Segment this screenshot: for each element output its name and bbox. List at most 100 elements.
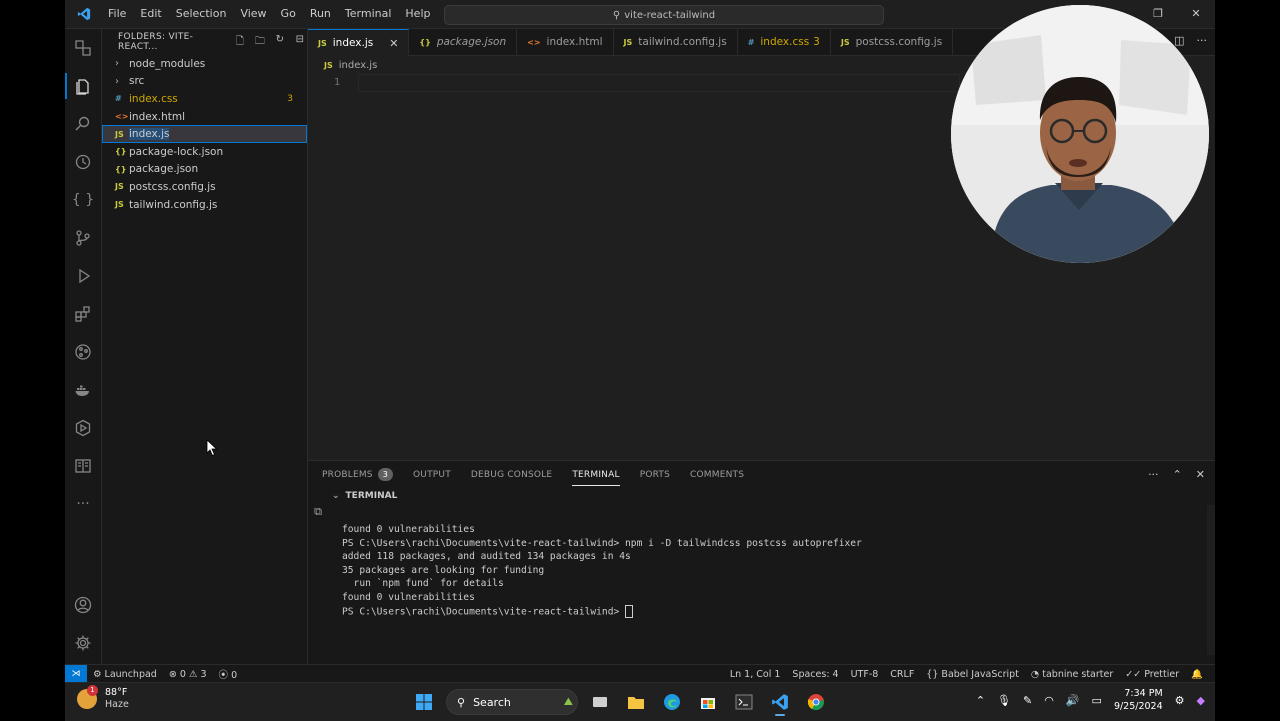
run-debug-icon[interactable] (65, 257, 101, 295)
system-tray: ⌃ 🎙 ✎ ◠ 🔊 ▭ 7:34 PM 9/25/2024 ⚙ ◆ (976, 687, 1205, 713)
copilot-icon[interactable]: ◆ (1197, 694, 1205, 707)
html-file-icon: <> (527, 37, 541, 47)
tab-index-css[interactable]: # index.css 3 (738, 29, 831, 55)
testing-icon[interactable] (65, 409, 101, 447)
tab-output[interactable]: OUTPUT (413, 461, 451, 488)
terminal-output[interactable]: found 0 vulnerabilities PS C:\Users\rachi… (342, 523, 862, 619)
taskbar-search[interactable]: ⚲ Search ⛰ (446, 689, 578, 715)
menu-edit[interactable]: Edit (133, 0, 168, 28)
vscode-taskbar-icon[interactable] (766, 688, 794, 716)
tree-folder-node-modules[interactable]: › node_modules (102, 55, 307, 73)
remote-explorer-icon[interactable] (65, 29, 101, 67)
docker-icon[interactable] (65, 371, 101, 409)
remote-indicator-icon[interactable]: ⋊ (65, 665, 87, 683)
tab-debug-console[interactable]: DEBUG CONSOLE (471, 461, 552, 488)
terminal-app-icon[interactable] (730, 688, 758, 716)
tab-ports[interactable]: PORTS (640, 461, 670, 488)
tree-file-tailwind-config[interactable]: JS tailwind.config.js (102, 196, 307, 214)
prettier-status[interactable]: ✓✓ Prettier (1119, 669, 1185, 680)
edge-browser-icon[interactable] (658, 688, 686, 716)
windows-start-icon[interactable] (410, 688, 438, 716)
braces-icon[interactable]: { } (65, 181, 101, 219)
menu-selection[interactable]: Selection (169, 0, 234, 28)
explorer-icon[interactable] (65, 67, 101, 105)
tab-tailwind-config[interactable]: JS tailwind.config.js (614, 29, 738, 55)
volume-icon[interactable]: 🔊 (1066, 694, 1080, 707)
more-icon[interactable]: ··· (65, 485, 101, 523)
current-line-highlight (358, 74, 960, 92)
new-folder-icon[interactable]: 🗀 (253, 34, 267, 51)
menu-go[interactable]: Go (274, 0, 303, 28)
language-mode[interactable]: {} Babel JavaScript (920, 669, 1025, 680)
menu-file[interactable]: File (101, 0, 133, 28)
clock[interactable]: 7:34 PM 9/25/2024 (1114, 687, 1163, 713)
close-window-icon[interactable]: ✕ (1177, 0, 1215, 28)
battery-icon[interactable]: ▭ (1092, 694, 1102, 707)
encoding[interactable]: UTF-8 (845, 669, 885, 680)
menu-help[interactable]: Help (398, 0, 437, 28)
menu-run[interactable]: Run (303, 0, 338, 28)
file-explorer-icon[interactable] (622, 688, 650, 716)
maximize-panel-icon[interactable]: ⌃ (1173, 468, 1182, 481)
microsoft-store-icon[interactable] (694, 688, 722, 716)
launchpad-item[interactable]: ⚙ Launchpad (87, 669, 163, 680)
breadcrumb-file[interactable]: index.js (339, 60, 378, 71)
command-center[interactable]: ⚲ vite-react-tailwind (444, 5, 884, 25)
notifications-bell-icon[interactable]: 🔔 (1185, 669, 1209, 680)
tab-terminal[interactable]: TERMINAL (572, 461, 621, 488)
split-editor-icon[interactable]: ◫ (1174, 34, 1184, 47)
task-view-icon[interactable] (586, 688, 614, 716)
indentation[interactable]: Spaces: 4 (786, 669, 844, 680)
tree-file-postcss-config[interactable]: JS postcss.config.js (102, 178, 307, 196)
terminal-prompt-line[interactable]: PS C:\Users\rachi\Documents\vite-react-t… (342, 604, 862, 619)
tab-comments[interactable]: COMMENTS (690, 461, 744, 488)
chrome-browser-icon[interactable] (802, 688, 830, 716)
account-icon[interactable] (65, 586, 101, 624)
terminal-section-header[interactable]: ⌄ TERMINAL (308, 488, 1215, 504)
source-control-icon[interactable] (65, 219, 101, 257)
tree-file-index-css[interactable]: # index.css 3 (102, 90, 307, 108)
panel-more-icon[interactable]: ··· (1148, 468, 1159, 481)
js-file-icon: JS (115, 182, 124, 192)
ports-status[interactable]: ⦿ 0 (213, 667, 244, 681)
menu-terminal[interactable]: Terminal (338, 0, 399, 28)
tab-package-json[interactable]: {} package.json (409, 29, 518, 55)
book-icon[interactable] (65, 447, 101, 485)
more-actions-icon[interactable]: ··· (1197, 34, 1208, 47)
refresh-icon[interactable]: ↻ (273, 34, 287, 51)
settings-gear-icon[interactable]: ⚙ (1175, 694, 1185, 707)
terminal-line: PS C:\Users\rachi\Documents\vite-react-t… (342, 537, 862, 549)
pen-icon[interactable]: ✎ (1023, 694, 1032, 707)
microphone-icon[interactable]: 🎙 (997, 694, 1011, 707)
menu-view[interactable]: View (233, 0, 273, 28)
tree-folder-src[interactable]: › src (102, 73, 307, 91)
tree-file-package-json[interactable]: {} package.json (102, 161, 307, 179)
tab-index-js[interactable]: JS index.js ✕ (308, 29, 410, 56)
tree-file-package-lock-json[interactable]: {} package-lock.json (102, 143, 307, 161)
wifi-icon[interactable]: ◠ (1044, 694, 1054, 707)
tray-overflow-chevron-icon[interactable]: ⌃ (976, 694, 985, 707)
tab-postcss-config[interactable]: JS postcss.config.js (831, 29, 954, 55)
close-tab-icon[interactable]: ✕ (389, 37, 398, 50)
terminal-scrollbar[interactable] (1207, 505, 1215, 655)
new-file-icon[interactable]: 🗋 (233, 34, 247, 51)
tree-file-index-js[interactable]: JS index.js (102, 125, 307, 143)
collapse-all-icon[interactable]: ⊟ (293, 34, 307, 51)
tree-file-index-html[interactable]: <> index.html (102, 108, 307, 126)
warning-icon: ⚠ (188, 668, 198, 680)
timeline-history-icon[interactable] (65, 143, 101, 181)
cursor-position[interactable]: Ln 1, Col 1 (724, 669, 787, 680)
problems-status[interactable]: ⊗ 0 ⚠ 3 (163, 669, 213, 680)
search-icon[interactable] (65, 105, 101, 143)
copy-icon[interactable]: ⧉ (308, 505, 328, 519)
error-icon: ⊗ (168, 668, 177, 680)
tabnine-status[interactable]: ◔ tabnine starter (1025, 669, 1119, 680)
gitlens-icon[interactable] (65, 333, 101, 371)
settings-gear-icon[interactable] (65, 624, 101, 662)
close-panel-icon[interactable]: ✕ (1196, 468, 1205, 481)
tab-problems[interactable]: PROBLEMS 3 (322, 461, 394, 488)
end-of-line[interactable]: CRLF (884, 669, 920, 680)
tab-index-html[interactable]: <> index.html (517, 29, 614, 55)
weather-widget[interactable]: 1 88°F Haze (77, 685, 129, 711)
extensions-icon[interactable] (65, 295, 101, 333)
